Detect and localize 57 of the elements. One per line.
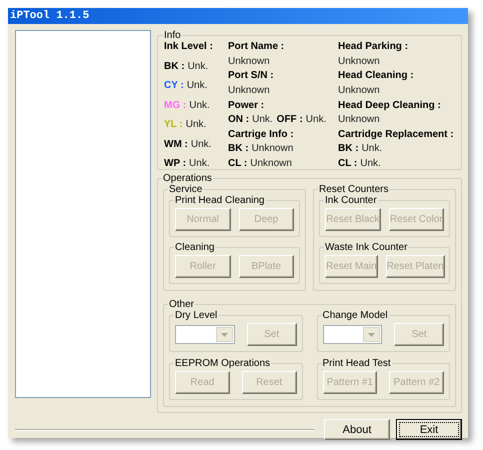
- dropdown-arrow-icon: [368, 332, 376, 336]
- group-title: Reset Counters: [318, 184, 390, 195]
- group-title: EEPROM Operations: [174, 358, 272, 369]
- group-title: Dry Level: [174, 310, 218, 321]
- info-value: Unk.: [189, 158, 210, 169]
- group-title: Change Model: [322, 310, 389, 321]
- info-label: OFF :: [276, 114, 303, 126]
- info-value: Unk.: [188, 60, 208, 72]
- dialog-button[interactable]: Exit: [396, 419, 462, 440]
- info-value: Unk.: [189, 100, 210, 110]
- info-value: Unknown: [252, 143, 294, 154]
- info-label: CL :: [338, 158, 358, 169]
- device-list[interactable]: [15, 30, 151, 398]
- info-label: MG :: [164, 100, 186, 110]
- info-value: Unknown: [338, 84, 381, 96]
- group-title: Service: [168, 184, 204, 195]
- window-title: iPTool 1.1.5: [8, 8, 468, 24]
- info-value: Unk.: [252, 114, 273, 126]
- info-label: Head Parking :: [338, 41, 410, 52]
- info-label: YL :: [164, 119, 183, 130]
- group-title: Cleaning: [174, 242, 216, 253]
- info-label: CL :: [228, 158, 248, 169]
- info-value: Unk.: [186, 119, 206, 130]
- info-value: Unknown: [250, 158, 292, 169]
- group-title: Info: [163, 30, 182, 41]
- info-label: WM :: [164, 138, 188, 150]
- info-label: Head Cleaning :: [338, 70, 415, 82]
- info-label: Power :: [228, 100, 266, 110]
- info-label: WP :: [164, 158, 186, 169]
- group-title: Print Head Cleaning: [174, 195, 266, 206]
- info-label: BK :: [228, 143, 249, 154]
- info-label: BK :: [164, 60, 185, 72]
- info-label: Cartridge Replacement :: [338, 128, 455, 140]
- dialog-button[interactable]: About: [324, 419, 390, 440]
- info-value: Unk.: [362, 143, 382, 154]
- info-label: Ink Level :: [164, 41, 214, 52]
- info-label: CY :: [164, 80, 184, 91]
- group-title: Other: [168, 299, 196, 310]
- group-title: Waste Ink Counter: [324, 242, 408, 253]
- info-value: Unknown: [338, 114, 381, 126]
- info-value: Unknown: [338, 56, 381, 67]
- info-value: Unk.: [306, 114, 326, 126]
- info-value: Unk.: [190, 138, 212, 150]
- group-title: Print Head Test: [322, 358, 392, 369]
- group-title: Operations: [162, 173, 213, 184]
- dropdown-arrow-icon: [220, 332, 228, 336]
- info-value: Unknown: [228, 56, 271, 67]
- group-title: Ink Counter: [324, 195, 378, 206]
- info-label: Port S/N :: [228, 70, 275, 82]
- info-value: Unknown: [228, 84, 271, 96]
- info-label: Head Deep Cleaning :: [338, 100, 442, 110]
- info-value: Unk.: [186, 80, 208, 91]
- info-value: Unk.: [360, 158, 381, 169]
- info-label: Cartrige Info :: [228, 128, 295, 140]
- info-label: ON :: [228, 114, 250, 126]
- info-label: Port Name :: [228, 41, 286, 52]
- info-label: BK :: [338, 143, 359, 154]
